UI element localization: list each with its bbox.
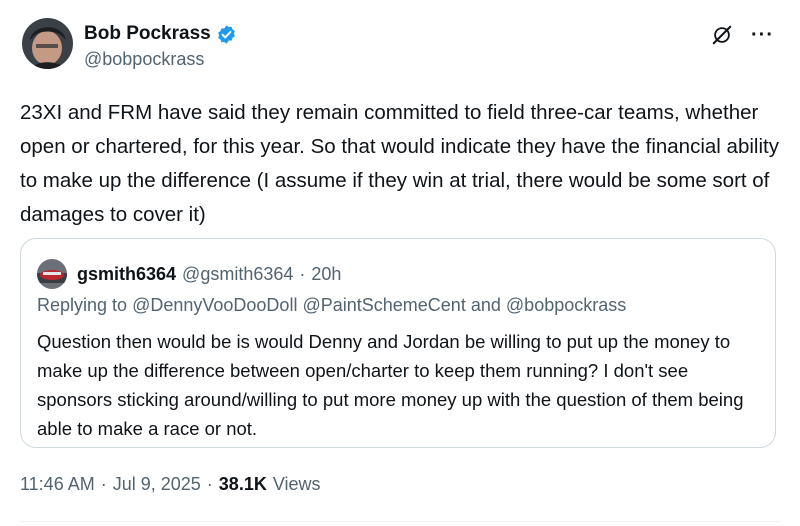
quote-header: gsmith6364 @gsmith6364 · 20h [37,259,341,289]
reply-prefix: Replying to [37,295,128,315]
display-name-row: Bob Pockrass [84,22,237,46]
mention-link[interactable]: @PaintSchemeCent [302,295,465,315]
author-handle[interactable]: @bobpockrass [84,49,237,70]
header-actions: ··· [711,24,774,46]
tweet-time[interactable]: 11:46 AM [20,474,95,495]
tweet-header: Bob Pockrass @bobpockrass ··· [22,18,782,78]
quote-text: Question then would be is would Denny an… [37,331,744,439]
quote-separator: · [299,263,306,284]
tweet-date[interactable]: Jul 9, 2025 [113,474,201,495]
tweet-text: 23XI and FRM have said they remain commi… [20,101,779,226]
views-label: Views [272,474,321,494]
mention-link[interactable]: @DennyVooDooDoll [132,295,297,315]
grok-icon[interactable] [711,24,733,46]
author-display-name[interactable]: Bob Pockrass [84,23,211,45]
quote-handle[interactable]: @gsmith6364 [182,264,293,285]
quote-reply-context: Replying to @DennyVooDooDoll @PaintSchem… [37,295,626,316]
quote-avatar[interactable] [37,259,67,289]
avatar[interactable] [22,18,73,69]
views-count[interactable]: 38.1K [219,474,267,495]
meta-separator: · [206,474,213,494]
mention-link[interactable]: @bobpockrass [506,295,626,315]
tweet: Bob Pockrass @bobpockrass ··· 23XI and F [0,0,800,526]
meta-separator: · [100,474,107,494]
reply-conjunction: and [470,295,501,315]
more-icon[interactable]: ··· [751,25,774,45]
quoted-tweet[interactable]: gsmith6364 @gsmith6364 · 20h Replying to… [20,238,776,448]
quote-time[interactable]: 20h [311,264,341,285]
author-names: Bob Pockrass @bobpockrass [84,22,237,70]
verified-badge-icon[interactable] [216,24,237,45]
quote-display-name[interactable]: gsmith6364 [77,264,176,285]
divider [20,521,780,522]
tweet-meta: 11:46 AM · Jul 9, 2025 · 38.1K Views [20,474,321,495]
